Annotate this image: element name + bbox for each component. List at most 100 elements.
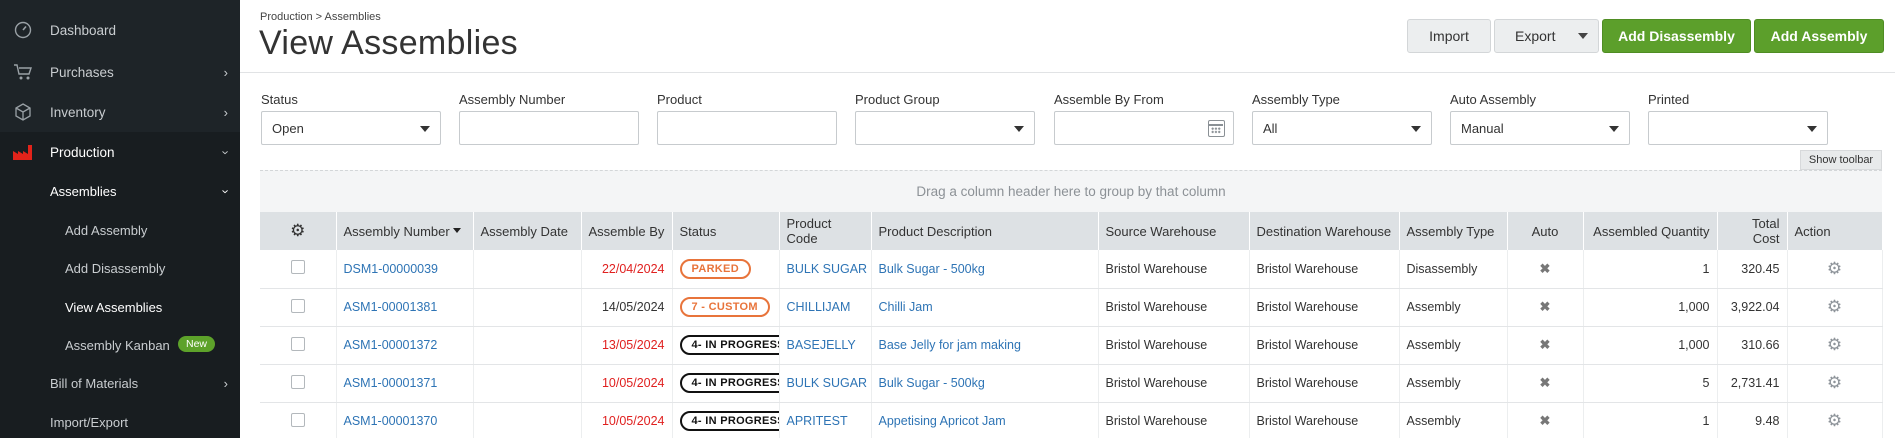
- total-cost-cell: 320.45: [1717, 250, 1788, 289]
- gear-icon[interactable]: ⚙: [1827, 259, 1842, 278]
- column-header-destination-warehouse[interactable]: Destination Warehouse: [1249, 212, 1400, 250]
- product-input[interactable]: [657, 111, 837, 145]
- column-header-product-description[interactable]: Product Description: [871, 212, 1099, 250]
- column-header-source-warehouse[interactable]: Source Warehouse: [1098, 212, 1250, 250]
- auto-assembly-select[interactable]: Manual: [1450, 111, 1630, 145]
- printed-select[interactable]: [1648, 111, 1828, 145]
- table-row[interactable]: ASM1-00001372 13/05/2024 4- IN PROGRESS BAS…: [260, 326, 1883, 365]
- column-settings-header[interactable]: ⚙: [260, 212, 337, 250]
- assembly-type-select[interactable]: All: [1252, 111, 1432, 145]
- filter-label: Assembly Type: [1252, 92, 1340, 107]
- sidebar: Dashboard Purchases › Inventory › Produc…: [0, 0, 240, 438]
- product-filter: Product: [657, 92, 837, 145]
- assembly-number-input[interactable]: [459, 111, 639, 145]
- auto-cell: ✖: [1507, 326, 1584, 365]
- assembly-number-link[interactable]: ASM1-00001371: [344, 376, 438, 390]
- assembly-type-filter: Assembly Type All: [1252, 92, 1432, 145]
- product-code-link[interactable]: BASEJELLY: [787, 338, 856, 352]
- caret-down-icon: [1609, 126, 1619, 132]
- action-cell: ⚙: [1787, 364, 1883, 403]
- gear-icon[interactable]: ⚙: [1827, 411, 1842, 430]
- calendar-icon[interactable]: [1208, 120, 1225, 137]
- sidebar-item-assembly-kanban[interactable]: Assembly Kanban New: [0, 326, 240, 364]
- sidebar-item-label: Inventory: [50, 104, 106, 120]
- cross-icon: ✖: [1539, 413, 1551, 428]
- product-description-cell: Bulk Sugar - 500kg: [871, 364, 1099, 403]
- sort-descending-icon: [452, 227, 461, 233]
- column-header-product-code[interactable]: Product Code: [779, 212, 872, 250]
- product-code-link[interactable]: BULK SUGAR: [787, 262, 868, 276]
- column-header-assembly-type[interactable]: Assembly Type: [1399, 212, 1508, 250]
- sidebar-item-view-assemblies[interactable]: View Assemblies: [0, 288, 240, 326]
- row-checkbox[interactable]: [290, 260, 305, 275]
- row-checkbox[interactable]: [290, 412, 305, 427]
- product-description-link[interactable]: Bulk Sugar - 500kg: [879, 376, 985, 390]
- select-value: Manual: [1461, 120, 1504, 136]
- product-code-link[interactable]: BULK SUGAR: [787, 376, 868, 390]
- caret-down-icon: [1014, 126, 1024, 132]
- sidebar-item-inventory[interactable]: Inventory ›: [0, 92, 240, 132]
- sidebar-item-import-export[interactable]: Import/Export: [0, 403, 240, 438]
- column-header-assembly-date[interactable]: Assembly Date: [473, 212, 582, 250]
- export-button[interactable]: Export: [1494, 19, 1599, 53]
- status-select[interactable]: Open: [261, 111, 441, 145]
- row-checkbox[interactable]: [290, 336, 305, 351]
- filter-label: Status: [261, 92, 298, 107]
- assemble-by-cell: 14/05/2024: [581, 288, 673, 327]
- sidebar-item-add-assembly[interactable]: Add Assembly: [0, 211, 240, 249]
- auto-cell: ✖: [1507, 402, 1584, 438]
- show-toolbar-button[interactable]: Show toolbar: [1800, 150, 1882, 170]
- sidebar-item-purchases[interactable]: Purchases ›: [0, 52, 240, 92]
- table-row[interactable]: ASM1-00001381 14/05/2024 7 - CUSTOM CHILLIJ…: [260, 288, 1883, 327]
- sidebar-item-dashboard[interactable]: Dashboard: [0, 10, 240, 50]
- assembly-type-cell: Assembly: [1399, 364, 1508, 403]
- filter-label: Printed: [1648, 92, 1690, 107]
- column-header-assembled-quantity[interactable]: Assembled Quantity: [1583, 212, 1718, 250]
- column-header-status[interactable]: Status: [672, 212, 780, 250]
- breadcrumb[interactable]: Production > Assemblies: [260, 11, 381, 23]
- row-checkbox[interactable]: [290, 298, 305, 313]
- row-checkbox[interactable]: [290, 374, 305, 389]
- assembly-number-link[interactable]: ASM1-00001381: [344, 300, 438, 314]
- table-row[interactable]: ASM1-00001370 10/05/2024 4- IN PROGRESS APR…: [260, 402, 1883, 438]
- sidebar-item-label: Dashboard: [50, 22, 117, 38]
- column-header-assemble-by[interactable]: Assemble By: [581, 212, 673, 250]
- sidebar-item-add-disassembly[interactable]: Add Disassembly: [0, 249, 240, 287]
- sidebar-item-assemblies[interactable]: Assemblies ›: [0, 172, 240, 210]
- assembly-number-link[interactable]: ASM1-00001370: [344, 414, 438, 428]
- assembly-number-link[interactable]: DSM1-00000039: [344, 262, 439, 276]
- status-cell: 4- IN PROGRESS: [672, 326, 780, 365]
- assembly-date-cell: [473, 364, 582, 403]
- column-header-auto[interactable]: Auto: [1507, 212, 1584, 250]
- product-code-link[interactable]: APRITEST: [787, 414, 848, 428]
- table-row[interactable]: ASM1-00001371 10/05/2024 4- IN PROGRESS BUL…: [260, 364, 1883, 403]
- column-header-assembly-number[interactable]: Assembly Number: [336, 212, 474, 250]
- filter-label: Auto Assembly: [1450, 92, 1536, 107]
- sidebar-item-bill-of-materials[interactable]: Bill of Materials ›: [0, 364, 240, 402]
- gear-icon[interactable]: ⚙: [290, 221, 305, 240]
- product-description-link[interactable]: Base Jelly for jam making: [879, 338, 1021, 352]
- table-row[interactable]: DSM1-00000039 22/04/2024 PARKED BULK SUGAR B…: [260, 250, 1883, 289]
- status-badge: PARKED: [679, 258, 751, 279]
- import-button[interactable]: Import: [1407, 19, 1491, 53]
- gear-icon[interactable]: ⚙: [1827, 297, 1842, 316]
- sidebar-item-production[interactable]: Production ›: [0, 132, 240, 172]
- column-header-total-cost[interactable]: Total Cost: [1717, 212, 1788, 250]
- product-description-cell: Chilli Jam: [871, 288, 1099, 327]
- add-disassembly-button[interactable]: Add Disassembly: [1602, 19, 1751, 53]
- group-by-drop-area[interactable]: Drag a column header here to group by th…: [260, 170, 1882, 212]
- assembly-number-link[interactable]: ASM1-00001372: [344, 338, 438, 352]
- product-description-link[interactable]: Bulk Sugar - 500kg: [879, 262, 985, 276]
- source-warehouse-cell: Bristol Warehouse: [1098, 402, 1250, 438]
- product-description-link[interactable]: Appetising Apricot Jam: [879, 414, 1006, 428]
- product-description-link[interactable]: Chilli Jam: [879, 300, 933, 314]
- gear-icon[interactable]: ⚙: [1827, 335, 1842, 354]
- assemble-by-from-input[interactable]: [1054, 111, 1234, 145]
- product-group-select[interactable]: [855, 111, 1035, 145]
- sidebar-item-label: View Assemblies: [65, 299, 163, 315]
- gear-icon[interactable]: ⚙: [1827, 373, 1842, 392]
- product-code-link[interactable]: CHILLIJAM: [787, 300, 851, 314]
- add-assembly-button[interactable]: Add Assembly: [1754, 19, 1884, 53]
- sidebar-item-label: Add Disassembly: [65, 260, 166, 276]
- filter-label: Assemble By From: [1054, 92, 1164, 107]
